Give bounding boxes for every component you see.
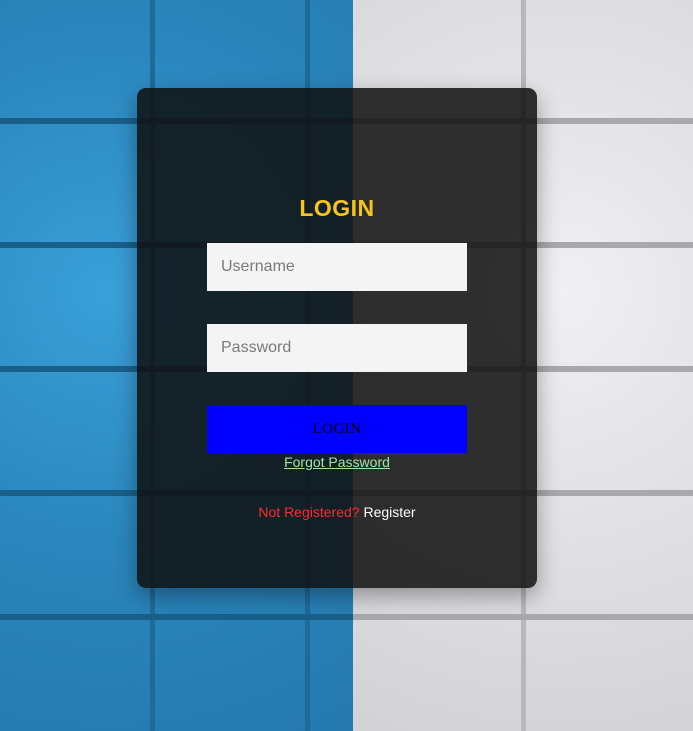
- register-link[interactable]: Register: [363, 504, 415, 520]
- username-input[interactable]: [207, 243, 467, 291]
- password-input[interactable]: [207, 324, 467, 372]
- not-registered-text: Not Registered?: [258, 504, 360, 520]
- forgot-password-link[interactable]: Forgot Password: [284, 454, 390, 470]
- login-button[interactable]: LOGIN: [207, 405, 467, 453]
- login-title: LOGIN: [299, 195, 375, 221]
- login-card: LOGIN LOGIN Forgot Password Not Register…: [137, 88, 537, 588]
- forgot-password-row: Forgot Password: [137, 454, 537, 470]
- register-row: Not Registered? Register: [137, 504, 537, 520]
